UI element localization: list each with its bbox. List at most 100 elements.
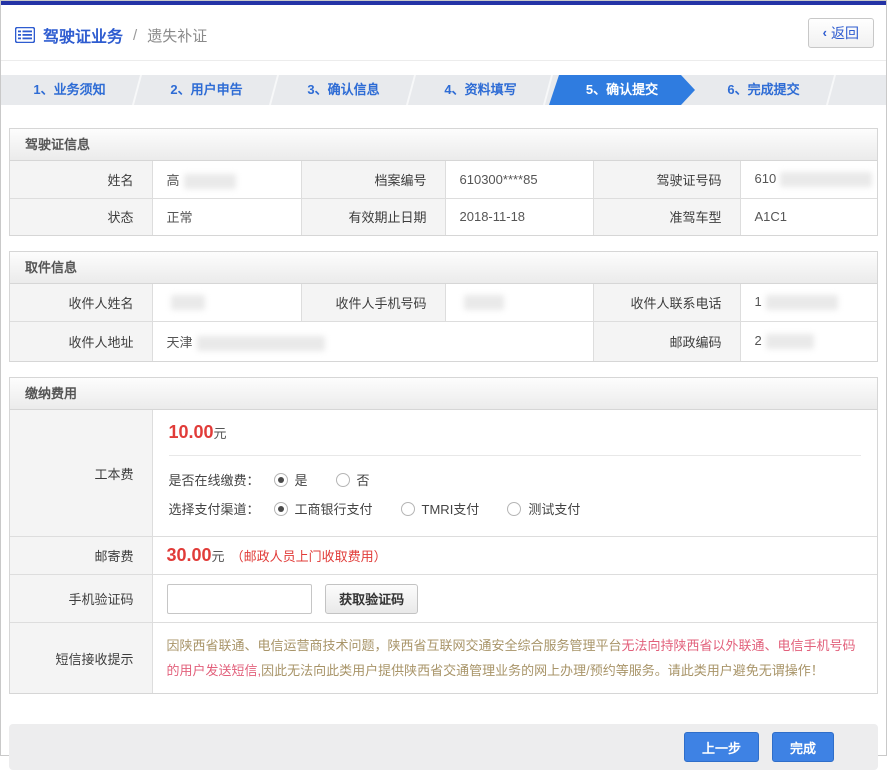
- step-progress-bar: 1、业务须知 2、用户申告 3、确认信息 4、资料填写 5、确认提交 6、完成提…: [1, 75, 886, 105]
- vehicle-class-value: A1C1: [740, 198, 877, 235]
- postage-fee-amount: 30.00: [167, 545, 212, 565]
- radio-checked-icon[interactable]: [274, 502, 288, 516]
- captcha-label: 手机验证码: [10, 575, 152, 623]
- status-label: 状态: [10, 198, 152, 235]
- table-row: 收件人地址 天津 邮政编码 2: [10, 321, 877, 361]
- fees-section: 缴纳费用 工本费 10.00元 是否在线缴费： 是: [9, 377, 878, 694]
- name-value: 高: [152, 161, 301, 198]
- online-pay-question-line: 是否在线缴费： 是 否: [169, 470, 862, 489]
- file-number-value: 610300****85: [445, 161, 593, 198]
- notice-part-1: 因陕西省联通、电信运营商技术问题，陕西省互联网交通安全综合服务管理平台: [167, 638, 622, 653]
- postcode-label: 邮政编码: [593, 321, 740, 361]
- channel-tmri-label: TMRI支付: [422, 499, 480, 518]
- recipient-mobile-value: [445, 284, 593, 321]
- vehicle-class-label: 准驾车型: [593, 198, 740, 235]
- back-button-label: 返回: [831, 19, 859, 47]
- postage-fee-row: 邮寄费 30.00元 （邮政人员上门收取费用）: [10, 537, 877, 575]
- license-info-title: 驾驶证信息: [10, 129, 877, 161]
- sms-notice-text: 因陕西省联通、电信运营商技术问题，陕西省互联网交通安全综合服务管理平台无法向持陕…: [152, 623, 877, 694]
- pickup-info-section: 取件信息 收件人姓名 收件人手机号码 收件人联系电话 1 收件人地址 天津 邮政…: [9, 251, 878, 362]
- recipient-mobile-label: 收件人手机号码: [301, 284, 445, 321]
- radio-unchecked-icon[interactable]: [507, 502, 521, 516]
- fees-title: 缴纳费用: [10, 378, 877, 410]
- recipient-address-value: 天津: [152, 321, 593, 361]
- channel-icbc-label: 工商银行支付: [295, 499, 373, 518]
- notice-part-3: 因此无法向此类用户提供陕西省交通管理业务的网上办理/预约等服务。请此类用户避免无…: [261, 663, 824, 678]
- online-pay-question: 是否在线缴费：: [169, 470, 260, 489]
- status-value: 正常: [152, 198, 301, 235]
- radio-unchecked-icon[interactable]: [336, 473, 350, 487]
- fees-table: 工本费 10.00元 是否在线缴费： 是: [10, 410, 877, 693]
- step-3-confirm-info: 3、确认信息: [275, 75, 412, 105]
- redacted-value: [766, 334, 814, 349]
- redacted-value: [184, 174, 236, 189]
- captcha-cell: 获取验证码: [152, 575, 877, 623]
- finish-button[interactable]: 完成: [772, 732, 834, 762]
- pickup-info-table: 收件人姓名 收件人手机号码 收件人联系电话 1 收件人地址 天津 邮政编码 2: [10, 284, 877, 361]
- recipient-name-value: [152, 284, 301, 321]
- name-label: 姓名: [10, 161, 152, 198]
- license-info-table: 姓名 高 档案编号 610300****85 驾驶证号码 610 状态 正常 有…: [10, 161, 877, 235]
- channel-tmri-option[interactable]: TMRI支付: [401, 499, 480, 518]
- postage-fee-label: 邮寄费: [10, 537, 152, 575]
- production-fee-amount: 10.00: [169, 422, 214, 442]
- back-button[interactable]: ‹ 返回: [808, 18, 874, 48]
- pickup-info-title: 取件信息: [10, 252, 877, 284]
- redacted-value: [766, 295, 838, 310]
- expiry-date-value: 2018-11-18: [445, 198, 593, 235]
- license-info-section: 驾驶证信息 姓名 高 档案编号 610300****85 驾驶证号码 610 状…: [9, 128, 878, 236]
- online-pay-no-label: 否: [357, 470, 370, 489]
- file-number-label: 档案编号: [301, 161, 445, 198]
- channel-test-option[interactable]: 测试支付: [507, 499, 580, 518]
- page-header: 驾驶证业务 / 遗失补证 ‹ 返回: [1, 5, 886, 61]
- sms-notice-label: 短信接收提示: [10, 623, 152, 694]
- online-pay-yes-label: 是: [295, 470, 308, 489]
- redacted-value: [464, 295, 504, 310]
- production-fee-row: 工本费 10.00元 是否在线缴费： 是: [10, 410, 877, 537]
- list-icon: [15, 27, 35, 43]
- redacted-value: [780, 172, 872, 187]
- channel-icbc-option[interactable]: 工商银行支付: [274, 499, 373, 518]
- get-captcha-button[interactable]: 获取验证码: [325, 584, 418, 614]
- production-fee-unit: 元: [214, 426, 227, 441]
- recipient-address-label: 收件人地址: [10, 321, 152, 361]
- breadcrumb-current: 遗失补证: [147, 25, 207, 46]
- step-4-fill-data: 4、资料填写: [412, 75, 549, 105]
- divider: [169, 455, 862, 456]
- online-pay-no-option[interactable]: 否: [336, 470, 370, 489]
- step-2-user-declaration: 2、用户申告: [138, 75, 275, 105]
- recipient-name-label: 收件人姓名: [10, 284, 152, 321]
- license-number-value: 610: [740, 161, 877, 198]
- postcode-value: 2: [740, 321, 877, 361]
- recipient-phone-label: 收件人联系电话: [593, 284, 740, 321]
- table-row: 收件人姓名 收件人手机号码 收件人联系电话 1: [10, 284, 877, 321]
- online-pay-yes-option[interactable]: 是: [274, 470, 308, 489]
- redacted-value: [197, 336, 325, 351]
- production-fee-amount-line: 10.00元: [169, 422, 862, 443]
- step-1-business-notice: 1、业务须知: [1, 75, 138, 105]
- postage-fee-note: （邮政人员上门收取费用）: [231, 549, 387, 564]
- step-5-confirm-submit-active: 5、确认提交: [549, 75, 695, 105]
- captcha-input[interactable]: [167, 584, 312, 614]
- previous-step-button[interactable]: 上一步: [684, 732, 759, 762]
- recipient-phone-value: 1: [740, 284, 877, 321]
- footer-action-bar: 上一步 完成: [9, 724, 878, 770]
- step-6-complete-submit: 6、完成提交: [695, 75, 832, 105]
- pay-channel-question: 选择支付渠道：: [169, 499, 260, 518]
- page-title: 驾驶证业务: [43, 23, 123, 47]
- pay-channel-question-line: 选择支付渠道： 工商银行支付 TMRI支付 测试支付: [169, 499, 862, 518]
- redacted-value: [171, 295, 205, 310]
- table-row: 状态 正常 有效期止日期 2018-11-18 准驾车型 A1C1: [10, 198, 877, 235]
- postage-fee-value: 30.00元 （邮政人员上门收取费用）: [152, 537, 877, 575]
- license-number-label: 驾驶证号码: [593, 161, 740, 198]
- captcha-row: 手机验证码 获取验证码: [10, 575, 877, 623]
- steps-filler: [832, 75, 886, 105]
- expiry-date-label: 有效期止日期: [301, 198, 445, 235]
- chevron-left-icon: ‹: [823, 19, 827, 47]
- radio-checked-icon[interactable]: [274, 473, 288, 487]
- radio-unchecked-icon[interactable]: [401, 502, 415, 516]
- production-fee-cell: 10.00元 是否在线缴费： 是 否: [152, 410, 877, 537]
- postage-fee-unit: 元: [212, 549, 225, 564]
- sms-notice-row: 短信接收提示 因陕西省联通、电信运营商技术问题，陕西省互联网交通安全综合服务管理…: [10, 623, 877, 694]
- table-row: 姓名 高 档案编号 610300****85 驾驶证号码 610: [10, 161, 877, 198]
